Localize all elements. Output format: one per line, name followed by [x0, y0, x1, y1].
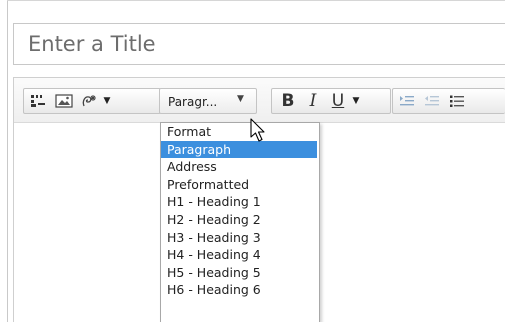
italic-button[interactable]: I — [302, 91, 324, 111]
page-left-border — [7, 0, 8, 322]
bullet-list-icon[interactable] — [446, 91, 468, 111]
format-option-h1-heading-1[interactable]: H1 - Heading 1 — [161, 193, 317, 210]
chevron-down-icon[interactable]: ▼ — [237, 94, 244, 104]
format-option-h2-heading-2[interactable]: H2 - Heading 2 — [161, 211, 317, 228]
chevron-down-icon[interactable]: ▼ — [100, 91, 114, 111]
mouse-cursor-icon — [250, 118, 265, 142]
format-option-address[interactable]: Address — [161, 158, 317, 175]
page-top-border — [7, 0, 505, 1]
insert-block-icon[interactable] — [27, 91, 49, 111]
format-option-h6-heading-6[interactable]: H6 - Heading 6 — [161, 281, 317, 298]
chevron-down-icon[interactable]: ▼ — [349, 91, 363, 111]
format-option-h4-heading-4[interactable]: H4 - Heading 4 — [161, 246, 317, 263]
format-option-format[interactable]: Format — [161, 123, 317, 140]
image-icon[interactable] — [53, 91, 75, 111]
special-chars-icon[interactable] — [79, 91, 101, 111]
format-option-h3-heading-3[interactable]: H3 - Heading 3 — [161, 229, 317, 246]
format-option-preformatted[interactable]: Preformatted — [161, 176, 317, 193]
format-option-h5-heading-5[interactable]: H5 - Heading 5 — [161, 264, 317, 281]
outdent-icon[interactable] — [421, 91, 443, 111]
title-input[interactable]: Enter a Title — [13, 23, 505, 65]
underline-button[interactable]: U — [327, 91, 349, 111]
format-select-value: Paragr... — [168, 95, 218, 109]
indent-icon[interactable] — [396, 91, 418, 111]
bold-button[interactable]: B — [277, 91, 299, 111]
format-option-paragraph[interactable]: Paragraph — [161, 140, 317, 158]
